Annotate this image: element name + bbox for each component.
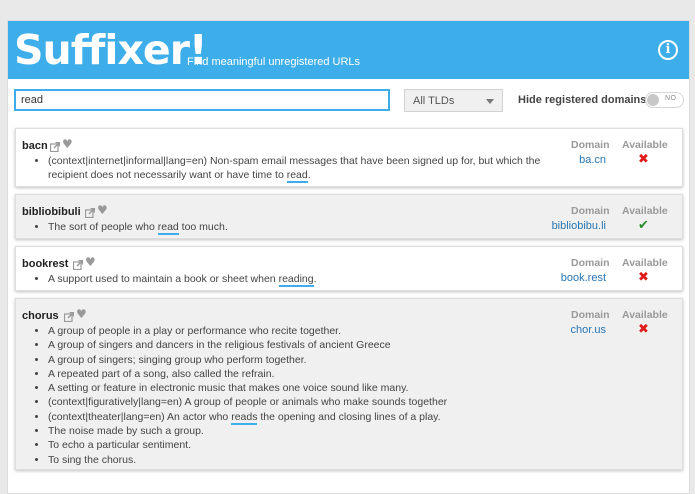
- domain-link[interactable]: bibliobibu.li: [552, 220, 606, 232]
- definition-item: (context|internet|informal|lang=en) Non-…: [48, 154, 568, 184]
- available-check-icon: ✔: [638, 218, 649, 233]
- tld-select[interactable]: All TLDs: [404, 89, 503, 112]
- external-link-icon[interactable]: [84, 205, 96, 219]
- app-window: Suffixer! Find meaningful unregistered U…: [7, 20, 690, 494]
- available-column-header: Available: [622, 205, 668, 217]
- header-bar: Suffixer! Find meaningful unregistered U…: [8, 21, 689, 79]
- result-card: bacn ♥ (context|internet|informal|lang=en)…: [15, 128, 683, 187]
- heart-icon[interactable]: ♥: [85, 256, 96, 268]
- result-word: bacn: [22, 140, 48, 152]
- heart-icon[interactable]: ♥: [62, 138, 73, 150]
- unavailable-cross-icon: ✖: [638, 270, 649, 285]
- result-card: bookrest ♥ A support used to maintain a bo…: [15, 246, 683, 291]
- definition-item: To echo a particular sentiment.: [48, 438, 568, 452]
- hide-registered-toggle[interactable]: NO: [645, 92, 684, 108]
- result-card: chorus ♥ A group of people in a play or pe…: [15, 298, 683, 470]
- domain-column-header: Domain: [571, 309, 610, 321]
- domain-link[interactable]: chor.us: [571, 324, 606, 336]
- search-bar: All TLDs Hide registered domains? NO: [8, 79, 689, 125]
- definition-item: A repeated part of a song, also called t…: [48, 367, 568, 381]
- toggle-knob: [647, 94, 659, 106]
- domain-column-header: Domain: [571, 205, 610, 217]
- definition-item: The sort of people who read too much.: [48, 220, 568, 235]
- hide-registered-label: Hide registered domains?: [518, 94, 654, 106]
- chevron-down-icon: [486, 99, 494, 104]
- available-column-header: Available: [622, 257, 668, 269]
- definition-item: (context|theater|lang=en) An actor who r…: [48, 410, 568, 425]
- search-match: reading: [278, 273, 314, 287]
- definition-list: (context|internet|informal|lang=en) Non-…: [48, 154, 568, 184]
- domain-column-header: Domain: [571, 257, 610, 269]
- definition-item: A support used to maintain a book or she…: [48, 272, 568, 287]
- definition-item: A setting or feature in electronic music…: [48, 381, 568, 395]
- tagline: Find meaningful unregistered URLs: [187, 56, 361, 68]
- result-word: chorus: [22, 310, 59, 322]
- logo[interactable]: Suffixer!: [14, 24, 208, 76]
- search-match: read: [157, 221, 179, 235]
- definition-item: The noise made by such a group.: [48, 424, 568, 438]
- definition-list: The sort of people who read too much.: [48, 220, 568, 235]
- heart-icon[interactable]: ♥: [76, 308, 87, 320]
- external-link-icon[interactable]: [49, 139, 61, 153]
- definition-item: A group of singers; singing group who pe…: [48, 353, 568, 367]
- domain-link[interactable]: book.rest: [561, 272, 606, 284]
- definition-item: A group of people in a play or performan…: [48, 324, 568, 338]
- toggle-state-text: NO: [665, 95, 677, 102]
- available-column-header: Available: [622, 139, 668, 151]
- result-word: bibliobibuli: [22, 206, 81, 218]
- unavailable-cross-icon: ✖: [638, 152, 649, 167]
- info-icon[interactable]: i: [658, 40, 678, 60]
- available-column-header: Available: [622, 309, 668, 321]
- definition-item: To sing the chorus.: [48, 453, 568, 467]
- definition-list: A support used to maintain a book or she…: [48, 272, 568, 287]
- domain-column-header: Domain: [571, 139, 610, 151]
- result-word: bookrest: [22, 258, 69, 270]
- definition-item: A group of singers and dancers in the re…: [48, 338, 568, 352]
- domain-link[interactable]: ba.cn: [579, 154, 606, 166]
- definition-item: (context|figuratively|lang=en) A group o…: [48, 395, 568, 409]
- external-link-icon[interactable]: [72, 257, 84, 271]
- unavailable-cross-icon: ✖: [638, 322, 649, 337]
- definition-list: A group of people in a play or performan…: [48, 324, 568, 467]
- search-match: reads: [231, 410, 258, 425]
- tld-select-value: All TLDs: [413, 95, 455, 107]
- search-match: read: [286, 169, 308, 184]
- search-input[interactable]: [14, 89, 390, 111]
- heart-icon[interactable]: ♥: [97, 204, 108, 216]
- result-card: bibliobibuli ♥ The sort of people who read…: [15, 194, 683, 239]
- external-link-icon[interactable]: [63, 309, 75, 323]
